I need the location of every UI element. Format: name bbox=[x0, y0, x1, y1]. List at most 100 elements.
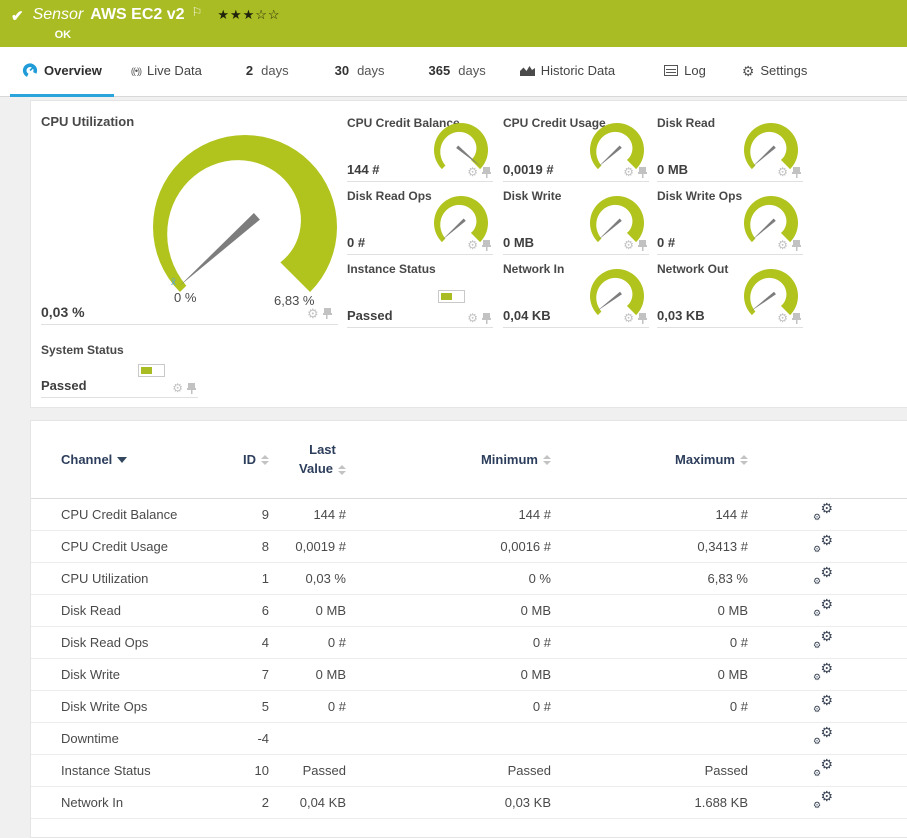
pin-icon[interactable] bbox=[792, 239, 801, 251]
gear-icon[interactable]: ⚙ bbox=[777, 312, 788, 324]
page-title: AWS EC2 v2 bbox=[90, 6, 185, 23]
column-header-channel[interactable]: Channel bbox=[31, 421, 216, 498]
channel-settings-icon[interactable]: ⚙ ⚙ bbox=[813, 629, 833, 650]
pin-icon[interactable] bbox=[792, 166, 801, 178]
gear-icon[interactable]: ⚙ bbox=[467, 166, 478, 178]
tab-overview[interactable]: Overview bbox=[10, 47, 114, 97]
tab-settings[interactable]: ⚙ Settings bbox=[730, 47, 820, 97]
gauge-tile: Disk Write 0 MB ⚙ bbox=[503, 186, 649, 255]
status-bar-fill bbox=[141, 367, 152, 374]
cell-minimum: Passed bbox=[507, 762, 551, 778]
channel-settings-icon[interactable]: ⚙ ⚙ bbox=[813, 757, 833, 778]
gear-icon[interactable]: ⚙ bbox=[777, 166, 788, 178]
pin-icon[interactable] bbox=[792, 312, 801, 324]
channel-settings-icon[interactable]: ⚙ ⚙ bbox=[813, 693, 833, 714]
log-icon bbox=[664, 65, 679, 76]
column-header-last-value[interactable]: Last Value bbox=[269, 421, 346, 498]
channel-settings-icon[interactable]: ⚙ ⚙ bbox=[813, 533, 833, 554]
status-bar-fill bbox=[441, 293, 452, 300]
channel-settings-icon[interactable]: ⚙ ⚙ bbox=[813, 597, 833, 618]
live-data-icon: ((•)) bbox=[130, 65, 142, 76]
gear-icon[interactable]: ⚙ bbox=[623, 166, 634, 178]
pin-icon[interactable] bbox=[638, 239, 647, 251]
pin-icon[interactable] bbox=[322, 308, 332, 319]
cell-maximum: 1.688 KB bbox=[694, 794, 749, 810]
pin-icon[interactable] bbox=[638, 312, 647, 324]
channel-settings-icon[interactable]: ⚙ ⚙ bbox=[813, 661, 833, 682]
gear-icon[interactable]: ⚙ bbox=[623, 239, 634, 251]
gear-icon[interactable]: ⚙ bbox=[467, 239, 478, 251]
channel-tile-title: Instance Status bbox=[347, 262, 436, 276]
cell-maximum: 144 # bbox=[715, 506, 748, 522]
cell-channel[interactable]: Instance Status bbox=[31, 754, 216, 786]
table-row[interactable]: Disk Write 7 0 MB 0 MB 0 MB ⚙ ⚙ bbox=[31, 658, 907, 690]
gear-icon: ⚙ bbox=[741, 62, 755, 79]
channel-settings-icon[interactable]: ⚙ ⚙ bbox=[813, 725, 833, 746]
channel-tile-value: 0,04 KB bbox=[503, 308, 551, 323]
pin-icon[interactable] bbox=[482, 166, 491, 178]
pin-icon[interactable] bbox=[187, 382, 196, 394]
cell-channel[interactable]: CPU Credit Balance bbox=[31, 498, 216, 530]
tab-2-days[interactable]: 2 days bbox=[234, 47, 301, 97]
cell-maximum: 0 MB bbox=[717, 666, 748, 682]
cell-last-value: 0 # bbox=[327, 634, 346, 650]
channel-table: Channel ID Last Value Minimum Maximum CP… bbox=[31, 421, 907, 819]
cell-channel[interactable]: Disk Write Ops bbox=[31, 690, 216, 722]
channel-settings-icon[interactable]: ⚙ ⚙ bbox=[813, 565, 833, 586]
gear-icon[interactable]: ⚙ bbox=[623, 312, 634, 324]
channel-tile-value: 0 # bbox=[657, 235, 676, 250]
tab-30-days[interactable]: 30 days bbox=[323, 47, 397, 97]
cell-channel[interactable]: Disk Read bbox=[31, 594, 216, 626]
gauge-tile: Network Out 0,03 KB ⚙ bbox=[657, 259, 803, 328]
channel-settings-icon[interactable]: ⚙ ⚙ bbox=[813, 501, 833, 522]
table-row[interactable]: Disk Read Ops 4 0 # 0 # 0 # ⚙ ⚙ bbox=[31, 626, 907, 658]
gear-icon[interactable]: ⚙ bbox=[307, 307, 319, 320]
column-header-id[interactable]: ID bbox=[216, 421, 269, 498]
mean-marker: x̄ bbox=[171, 277, 176, 288]
cell-channel[interactable]: CPU Credit Usage bbox=[31, 530, 216, 562]
pin-icon[interactable] bbox=[482, 239, 491, 251]
table-row[interactable]: Disk Write Ops 5 0 # 0 # 0 # ⚙ ⚙ bbox=[31, 690, 907, 722]
table-row[interactable]: CPU Credit Usage 8 0,0019 # 0,0016 # 0,3… bbox=[31, 530, 907, 562]
gauge-tile: CPU Credit Usage 0,0019 # ⚙ bbox=[503, 113, 649, 182]
column-header-maximum[interactable]: Maximum bbox=[551, 421, 748, 498]
tab-365-days[interactable]: 365 days bbox=[417, 47, 498, 97]
channel-tile-value: 0 MB bbox=[657, 162, 689, 177]
channel-settings-icon[interactable]: ⚙ ⚙ bbox=[813, 789, 833, 810]
pin-icon[interactable] bbox=[638, 166, 647, 178]
tab-live-data[interactable]: ((•)) Live Data bbox=[119, 47, 214, 97]
cell-minimum: 0 # bbox=[532, 634, 551, 650]
cell-last-value: 0,04 KB bbox=[299, 794, 346, 810]
table-row[interactable]: CPU Utilization 1 0,03 % 0 % 6,83 % ⚙ ⚙ bbox=[31, 562, 907, 594]
gear-icon[interactable]: ⚙ bbox=[172, 382, 183, 394]
channel-tile-value: Passed bbox=[347, 308, 393, 323]
cell-last-value: 0,0019 # bbox=[295, 538, 346, 554]
cell-channel[interactable]: CPU Utilization bbox=[31, 562, 216, 594]
cell-channel[interactable]: Downtime bbox=[31, 722, 216, 754]
column-header-minimum[interactable]: Minimum bbox=[346, 421, 551, 498]
status-bar-widget bbox=[438, 290, 465, 303]
flag-icon[interactable]: ⚐ bbox=[192, 5, 203, 19]
cell-minimum: 0 MB bbox=[520, 602, 551, 618]
table-row[interactable]: Downtime -4 ⚙ ⚙ bbox=[31, 722, 907, 754]
tab-historic-data[interactable]: Historic Data bbox=[508, 47, 627, 97]
pin-icon[interactable] bbox=[482, 312, 491, 324]
table-row[interactable]: Disk Read 6 0 MB 0 MB 0 MB ⚙ ⚙ bbox=[31, 594, 907, 626]
gear-icon[interactable]: ⚙ bbox=[467, 312, 478, 324]
cell-maximum: Passed bbox=[704, 762, 748, 778]
cell-channel[interactable]: Network In bbox=[31, 786, 216, 818]
priority-stars[interactable]: ★★★☆☆ bbox=[217, 7, 280, 23]
channel-tile-value: 0 MB bbox=[503, 235, 535, 250]
gear-icon[interactable]: ⚙ bbox=[777, 239, 788, 251]
cell-maximum: 6,83 % bbox=[707, 570, 748, 586]
cell-channel[interactable]: Disk Read Ops bbox=[31, 626, 216, 658]
cell-last-value: 0 MB bbox=[315, 602, 346, 618]
table-row[interactable]: Network In 2 0,04 KB 0,03 KB 1.688 KB ⚙ ⚙ bbox=[31, 786, 907, 818]
tab-log[interactable]: Log bbox=[652, 47, 718, 97]
table-row[interactable]: CPU Credit Balance 9 144 # 144 # 144 # ⚙… bbox=[31, 498, 907, 530]
status-badge: OK bbox=[54, 29, 72, 41]
table-row[interactable]: Instance Status 10 Passed Passed Passed … bbox=[31, 754, 907, 786]
cell-channel[interactable]: Disk Write bbox=[31, 658, 216, 690]
cell-id: 10 bbox=[254, 762, 269, 778]
system-status-tile: System Status Passed ⚙ bbox=[41, 340, 198, 398]
